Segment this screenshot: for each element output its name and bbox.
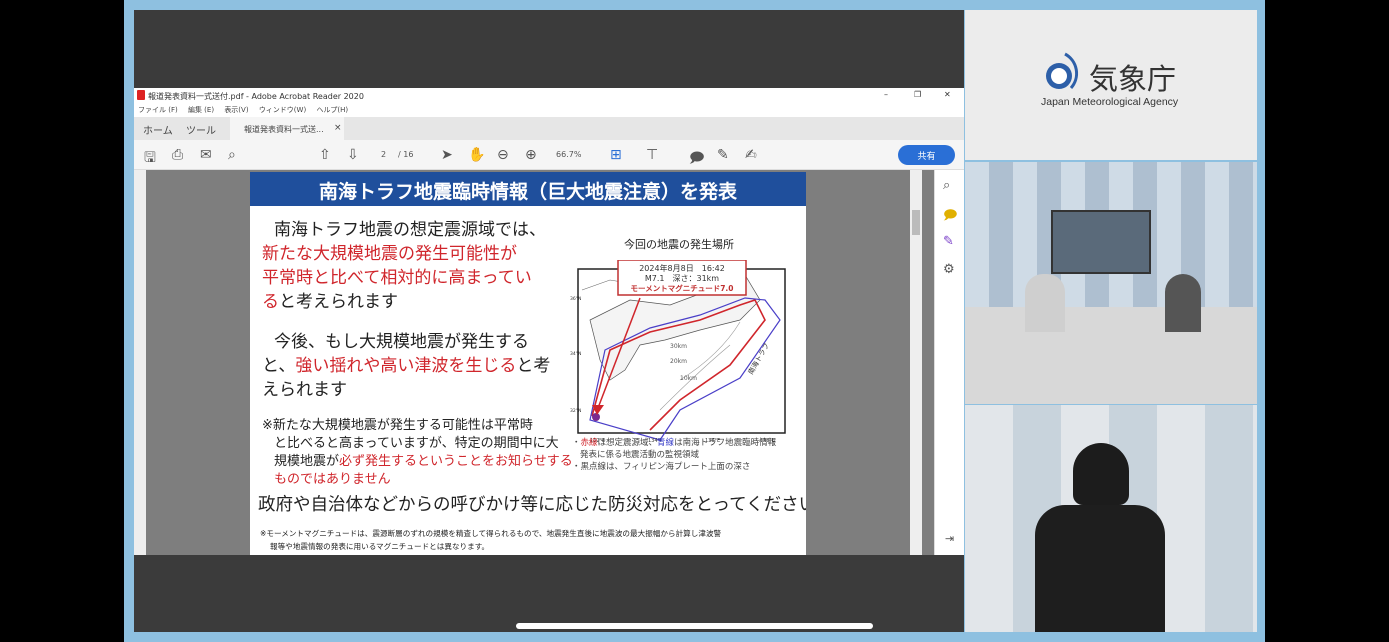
zoom-out-icon[interactable]: ⊖ [497, 147, 509, 163]
jma-logo-en: Japan Meteorological Agency [1041, 96, 1179, 108]
left-panel-toggle[interactable] [134, 170, 146, 555]
slide-title: 南海トラフ地震臨時情報（巨大地震注意）を発表 [250, 172, 806, 206]
para2-line1: 今後、もし大規模地震が発生する [274, 332, 529, 352]
footnote-line2: 報等や地震情報の発表に用いるマグニチュードとは異なります。 [270, 542, 490, 551]
depth-20km: 20km [670, 358, 687, 365]
page-total: / 16 [398, 150, 414, 159]
scroll-mode-icon[interactable]: ⊤ [646, 147, 658, 163]
comment-icon[interactable]: 🗩 [689, 147, 705, 171]
para1-line3: 平常時と比べて相対的に高まってい [262, 268, 532, 288]
speaker-1 [1025, 274, 1065, 332]
email-icon[interactable]: ✉ [200, 147, 212, 163]
map-title: 今回の地震の発生場所 [624, 238, 734, 251]
tab-document-label: 報道発表資料一式送... [244, 125, 324, 134]
para1-line2: 新たな大規模地震の発生可能性が [262, 244, 517, 264]
zoom-in-icon[interactable]: ⊕ [525, 147, 537, 163]
para2-line3: えられます [262, 380, 347, 400]
vertical-scrollbar[interactable] [910, 170, 922, 555]
menu-edit[interactable]: 編集 (E) [188, 106, 214, 114]
map-legend-line2: 発表に係る地震活動の監視領域 [580, 450, 700, 460]
lat-tick: 34°N [570, 351, 581, 357]
sign-language-video [965, 405, 1257, 632]
interpreter-body [1035, 505, 1165, 632]
pdf-page: 南海トラフ地震臨時情報（巨大地震注意）を発表 南海トラフ地震の想定震源域では、 … [250, 172, 806, 555]
call-to-action: 政府や自治体などからの呼びかけ等に応じた防災対応をとってください [258, 495, 806, 515]
prev-page-icon[interactable]: ⇧ [319, 147, 331, 163]
lat-tick: 36°N [570, 296, 581, 302]
save-icon[interactable]: 🖫 [144, 147, 156, 171]
jma-logo-icon [1046, 52, 1079, 89]
lat-tick: 32°N [570, 408, 581, 414]
map-legend-line1: ・赤線は想定震源域、青線は南海トラフ地震臨時情報 [572, 438, 777, 448]
press-conference-video [965, 162, 1257, 404]
map-moment-magnitude: モーメントマグニチュード7.0 [631, 283, 734, 293]
interpreter-head [1073, 443, 1129, 505]
restore-button[interactable]: ❐ [914, 90, 921, 99]
depth-30km: 30km [670, 343, 687, 350]
fill-sign-icon[interactable]: ✎ [943, 234, 954, 249]
scrollbar-thumb[interactable] [912, 210, 920, 235]
menu-file[interactable]: ファイル (F) [138, 106, 178, 114]
menu-bar: ファイル (F) 編集 (E) 表示(V) ウィンドウ(W) ヘルプ(H) [134, 103, 964, 117]
sign-icon[interactable]: ✍ [745, 147, 757, 163]
highlight-icon[interactable]: ✎ [717, 147, 729, 163]
tab-close-icon[interactable]: × [334, 123, 342, 133]
share-label: 共有 [917, 152, 936, 162]
more-tools-icon[interactable]: ⚙ [943, 262, 955, 277]
epicenter-map: 2024年8月8日 16:42 M7.1 深さ：31km モーメントマグニチュー… [570, 260, 786, 444]
search-icon[interactable]: ⌕ [228, 147, 236, 163]
footnote-line1: ※モーメントマグニチュードは、震源断層のずれの規模を精査して得られるもので、地震… [260, 529, 722, 538]
document-view: 南海トラフ地震臨時情報（巨大地震注意）を発表 南海トラフ地震の想定震源域では、 … [134, 170, 964, 555]
print-icon[interactable]: ⎙ [172, 147, 183, 163]
conference-table [965, 307, 1257, 404]
expand-panel-icon[interactable]: ⇥ [945, 532, 954, 545]
minimize-button[interactable]: – [884, 90, 888, 99]
share-button[interactable]: 共有 [898, 145, 955, 165]
note-line1: ※新たな大規模地震が発生する可能性は平常時 [262, 418, 533, 433]
hand-tool-icon[interactable]: ✋ [468, 147, 485, 163]
window-title: 報道発表資料一式送付.pdf - Adobe Acrobat Reader 20… [148, 92, 364, 101]
menu-view[interactable]: 表示(V) [224, 106, 248, 114]
acrobat-window: 報道発表資料一式送付.pdf - Adobe Acrobat Reader 20… [134, 88, 964, 555]
next-page-icon[interactable]: ⇩ [347, 147, 359, 163]
para1-line4: ると考えられます [262, 292, 398, 312]
comment-tool-icon[interactable]: 🗩 [943, 206, 957, 228]
title-bar: 報道発表資料一式送付.pdf - Adobe Acrobat Reader 20… [134, 88, 964, 103]
page-number-input[interactable]: 2 [381, 150, 386, 159]
right-tools-panel: ⌕ 🗩 ✎ ⚙ ⇥ [934, 170, 964, 555]
zoom-tool-icon[interactable]: ⌕ [943, 178, 950, 193]
map-magnitude: M7.1 深さ：31km [645, 274, 719, 283]
toolbar: 🖫 ⎙ ✉ ⌕ ⇧ ⇩ 2 / 16 ➤ ✋ ⊖ ⊕ 66.7% ⊞ ⊤ 🗩 ✎… [134, 140, 964, 170]
fit-page-icon[interactable]: ⊞ [610, 147, 622, 163]
jma-logo-panel: 気象庁 Japan Meteorological Agency [965, 10, 1257, 160]
pdf-icon [137, 90, 145, 100]
note-line2: と比べると高まっていますが、特定の期間中に大 [274, 436, 559, 451]
note-line4: ものではありません [274, 472, 391, 487]
tab-home[interactable]: ホーム [143, 122, 173, 137]
speaker-2 [1165, 274, 1201, 332]
conference-screen [1051, 210, 1151, 274]
home-indicator[interactable] [516, 623, 873, 629]
close-button[interactable]: ✕ [944, 90, 951, 99]
zoom-dropdown[interactable]: 66.7% [556, 150, 581, 159]
tab-bar: ホーム ツール 報道発表資料一式送... × [134, 117, 964, 140]
map-date: 2024年8月8日 16:42 [639, 263, 725, 273]
tab-tools[interactable]: ツール [186, 122, 216, 137]
menu-help[interactable]: ヘルプ(H) [316, 106, 348, 114]
para2-line2: と、強い揺れや高い津波を生じると考 [262, 356, 551, 376]
jma-logo-jp: 気象庁 [1089, 62, 1177, 96]
depth-10km: 10km [680, 375, 697, 382]
note-line3: 規模地震が必ず発生するということをお知らせする [274, 454, 573, 469]
tab-document[interactable]: 報道発表資料一式送... × [230, 117, 344, 140]
para1-line1: 南海トラフ地震の想定震源域では、 [274, 220, 546, 240]
map-legend-line3: ・黒点線は、フィリピン海プレート上面の深さ [572, 462, 751, 472]
menu-window[interactable]: ウィンドウ(W) [259, 106, 306, 114]
select-cursor-icon[interactable]: ➤ [441, 147, 453, 163]
